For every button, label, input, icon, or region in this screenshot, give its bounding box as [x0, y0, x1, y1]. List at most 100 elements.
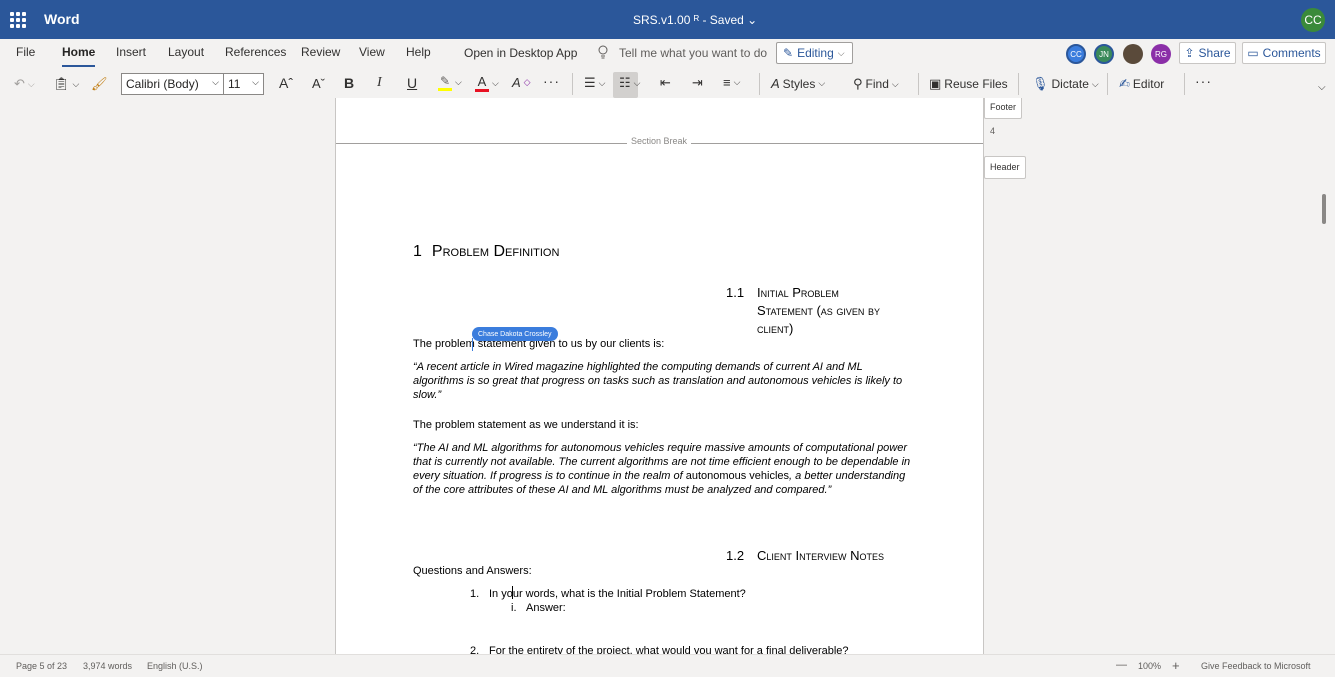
- footer-button[interactable]: Footer: [984, 98, 1023, 119]
- more-options-icon[interactable]: ···: [1195, 73, 1212, 89]
- collaborator-avatar-jn[interactable]: JN: [1094, 44, 1114, 64]
- bold-button[interactable]: B: [344, 75, 354, 91]
- language-indicator[interactable]: English (U.S.): [147, 661, 203, 671]
- font-name-value: Calibri (Body): [126, 77, 199, 91]
- list-number-2: 2.: [470, 645, 480, 654]
- numbering-icon[interactable]: ☷ ⌵: [619, 75, 640, 91]
- clear-formatting-icon[interactable]: A ◇: [512, 75, 531, 90]
- menu-help[interactable]: Help: [406, 45, 431, 59]
- comments-label: Comments: [1262, 46, 1321, 60]
- reuse-files-button[interactable]: ▣ Reuse Files: [929, 76, 1008, 92]
- shrink-font-icon[interactable]: Aˇ: [312, 76, 325, 91]
- list-item-1[interactable]: In your words, what is the Initial Probl…: [489, 587, 989, 601]
- tell-me-search[interactable]: Tell me what you want to do: [619, 46, 767, 60]
- open-in-desktop-app-link[interactable]: Open in Desktop App: [464, 46, 577, 60]
- search-icon: ⚲: [853, 76, 863, 91]
- font-name-select[interactable]: Calibri (Body) ⌵: [121, 73, 224, 95]
- list-item-2[interactable]: For the entirety of the project, what wo…: [489, 644, 989, 654]
- more-font-options-icon[interactable]: ···: [543, 73, 560, 89]
- menu-home[interactable]: Home: [62, 45, 96, 67]
- zoom-level[interactable]: 100%: [1138, 661, 1161, 671]
- section-break-label: Section Break: [627, 136, 692, 146]
- chevron-down-icon: ⌵: [818, 78, 826, 88]
- heading-number: 1: [413, 243, 422, 260]
- quote-understanding[interactable]: “The AI and ML algorithms for autonomous…: [413, 441, 913, 497]
- paste-icon[interactable]: 📋︎ ⌵: [53, 76, 79, 92]
- title-bar: Word SRS.v1.00 ᴿ - Saved ⌄ CC: [0, 0, 1335, 39]
- find-label: Find: [865, 77, 889, 91]
- heading-number-1-2: 1.2: [726, 548, 745, 563]
- paragraph-problem-understood[interactable]: The problem statement as we understand i…: [413, 418, 913, 432]
- bullets-icon[interactable]: ☰ ⌵: [584, 75, 605, 91]
- sublist-item-answer[interactable]: Answer:: [526, 601, 1026, 615]
- menu-review[interactable]: Review: [301, 45, 340, 59]
- quote-part-2: autonomous vehicles: [685, 470, 790, 482]
- pencil-icon: ✎: [783, 46, 794, 60]
- menu-references[interactable]: References: [225, 45, 286, 59]
- quote-wired[interactable]: “A recent article in Wired magazine high…: [413, 360, 913, 402]
- microphone-icon: 🎙︎: [1032, 76, 1049, 91]
- collaborator-cursor-label: Chase Dakota Crossley: [472, 327, 558, 341]
- status-bar: Page 5 of 23 3,974 words English (U.S.) …: [0, 654, 1335, 677]
- menu-file[interactable]: File: [16, 45, 35, 59]
- heading-initial-problem-line3[interactable]: client): [757, 321, 793, 336]
- styles-label: Styles: [782, 76, 816, 91]
- heading-problem-definition[interactable]: 1 Problem Definition: [413, 243, 559, 261]
- menu-view[interactable]: View: [359, 45, 385, 59]
- ribbon-collapse-chevron-icon[interactable]: ⌵: [1318, 82, 1326, 93]
- document-title[interactable]: SRS.v1.00 ᴿ - Saved ⌄: [633, 13, 757, 27]
- page-count[interactable]: Page 5 of 23: [16, 661, 67, 671]
- editor-button[interactable]: ✍︎ Editor: [1119, 76, 1164, 92]
- zoom-in-button[interactable]: +: [1172, 658, 1180, 673]
- app-name[interactable]: Word: [44, 11, 80, 27]
- align-icon[interactable]: ≡ ⌵: [723, 75, 740, 90]
- heading-initial-problem-line1[interactable]: Initial Problem: [757, 285, 839, 300]
- font-size-select[interactable]: 11 ⌵: [223, 73, 264, 95]
- text-caret: [512, 586, 513, 599]
- font-color-icon[interactable]: A ⌵: [475, 74, 499, 92]
- collaborator-cursor: [472, 338, 473, 351]
- paragraph-qa-label[interactable]: Questions and Answers:: [413, 564, 913, 578]
- header-button[interactable]: Header: [984, 156, 1026, 179]
- menu-insert[interactable]: Insert: [116, 45, 146, 59]
- heading-initial-problem-line2[interactable]: Statement (as given by: [757, 303, 880, 318]
- reuse-files-icon: ▣: [929, 76, 942, 91]
- ribbon-divider: [918, 73, 919, 95]
- reuse-files-label: Reuse Files: [944, 77, 1008, 91]
- footer-page-number: 4: [990, 126, 996, 136]
- share-label: Share: [1198, 46, 1231, 60]
- dictate-button[interactable]: 🎙︎ Dictate ⌵: [1032, 76, 1099, 92]
- find-button[interactable]: ⚲ Find ⌵: [853, 76, 899, 92]
- document-page[interactable]: Section Break 1 Problem Definition 1.1 In…: [335, 98, 984, 654]
- heading-client-interview-notes[interactable]: Client Interview Notes: [757, 548, 884, 563]
- chevron-down-icon: ⌵: [891, 78, 899, 89]
- collaborator-avatar-photo[interactable]: [1123, 44, 1143, 64]
- comments-button[interactable]: ▭ Comments: [1242, 42, 1326, 64]
- chevron-down-icon: ⌵: [1091, 78, 1099, 89]
- editor-label: Editor: [1132, 77, 1165, 91]
- font-size-value: 11: [228, 77, 241, 91]
- word-count[interactable]: 3,974 words: [83, 661, 132, 671]
- share-button[interactable]: ⇪ Share: [1179, 42, 1236, 64]
- zoom-out-button[interactable]: —: [1116, 659, 1127, 671]
- ribbon-divider: [1184, 73, 1185, 95]
- app-launcher-icon[interactable]: [10, 12, 26, 28]
- chevron-down-icon: ⌵: [212, 77, 219, 87]
- italic-button[interactable]: I: [377, 75, 382, 91]
- underline-button[interactable]: U: [407, 75, 417, 91]
- undo-icon[interactable]: ↶ ⌵: [14, 76, 35, 92]
- feedback-link[interactable]: Give Feedback to Microsoft: [1201, 661, 1311, 671]
- editing-mode-button[interactable]: ✎ Editing ⌵: [776, 42, 853, 64]
- collaborator-avatar-rg[interactable]: RG: [1151, 44, 1171, 64]
- share-icon: ⇪: [1184, 46, 1195, 60]
- collaborator-avatar-cc[interactable]: CC: [1066, 44, 1086, 64]
- styles-button[interactable]: A Styles ⌵: [771, 76, 825, 91]
- highlight-icon[interactable]: ✎ ⌵: [438, 74, 462, 91]
- account-avatar[interactable]: CC: [1301, 8, 1325, 32]
- decrease-indent-icon[interactable]: ⇤: [660, 75, 671, 91]
- format-painter-icon[interactable]: 🖌︎: [91, 76, 108, 92]
- menu-layout[interactable]: Layout: [168, 45, 204, 59]
- grow-font-icon[interactable]: Aˆ: [279, 75, 293, 91]
- vertical-scrollbar[interactable]: [1322, 194, 1326, 224]
- increase-indent-icon[interactable]: ⇥: [692, 75, 703, 91]
